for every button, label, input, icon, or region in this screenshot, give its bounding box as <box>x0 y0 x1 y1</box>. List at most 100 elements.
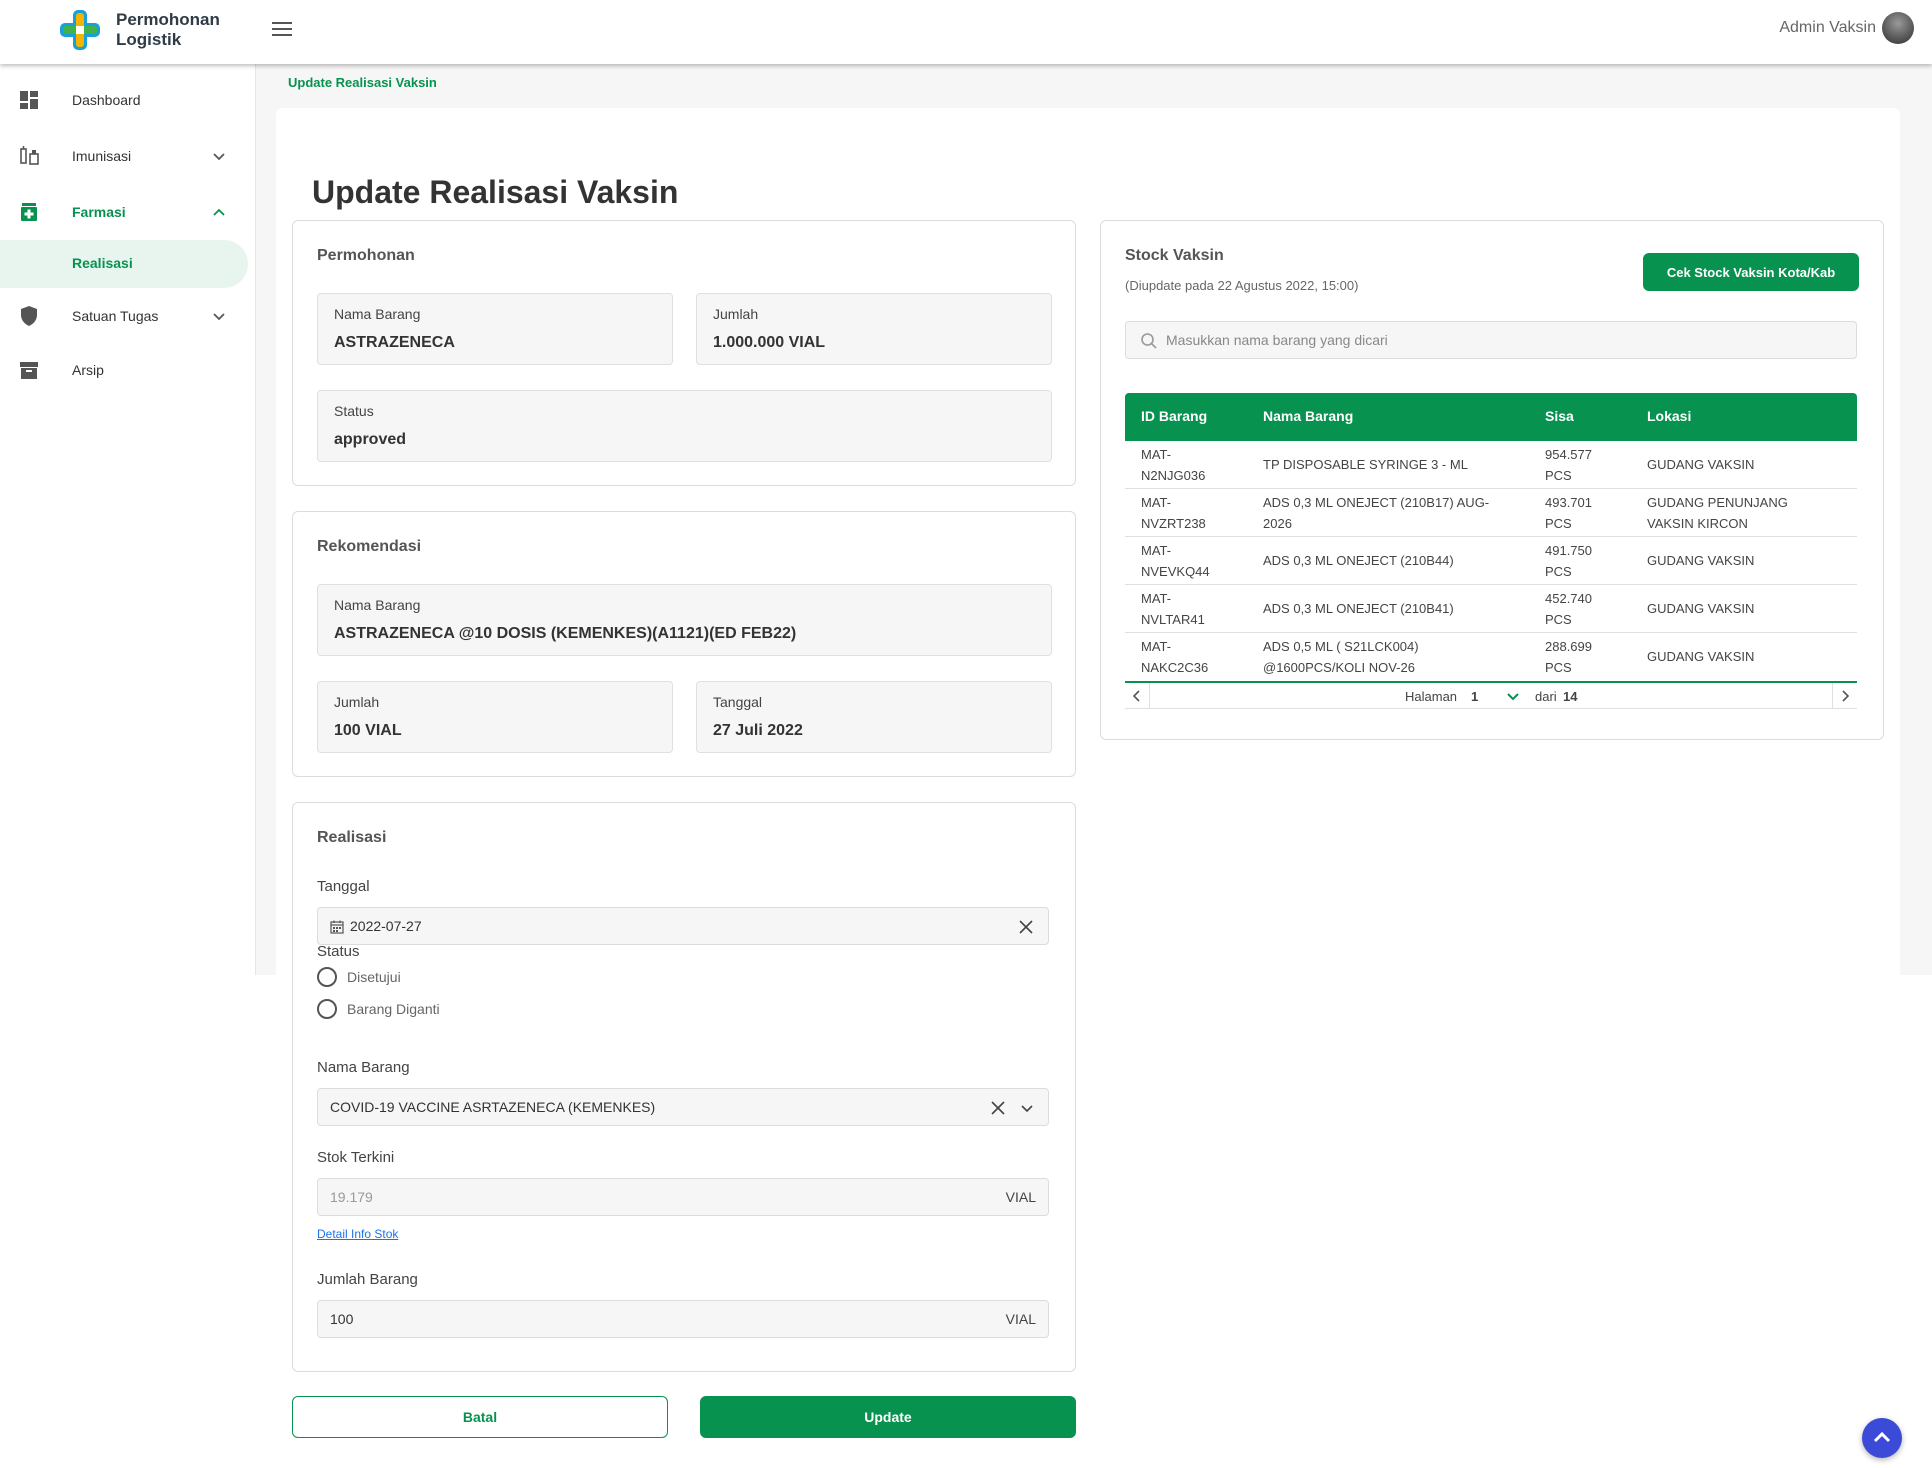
menu-toggle-icon[interactable] <box>272 22 292 38</box>
cell-line: PCS <box>1545 660 1572 675</box>
chevron-up-icon <box>1873 1431 1891 1443</box>
rekomendasi-jumlah: Jumlah 100 VIAL <box>317 681 673 753</box>
permohonan-jumlah: Jumlah 1.000.000 VIAL <box>696 293 1052 365</box>
page-number-select[interactable]: 1 <box>1471 689 1478 704</box>
cell-id: MAT- NAKC2C36 <box>1141 636 1208 678</box>
search-icon <box>1141 333 1157 349</box>
stok-terkini-input: 19.179 VIAL <box>317 1178 1049 1216</box>
avatar <box>1882 12 1914 44</box>
cell-lokasi: GUDANG VAKSIN <box>1647 646 1754 667</box>
cell-id: MAT- N2NJG036 <box>1141 444 1205 486</box>
cell-id: MAT- NVLTAR41 <box>1141 588 1205 630</box>
sidebar-item-arsip[interactable]: Arsip <box>0 346 248 394</box>
update-button[interactable]: Update <box>700 1396 1076 1438</box>
search-placeholder: Masukkan nama barang yang dicari <box>1166 332 1388 348</box>
cell-line: MAT- <box>1141 495 1172 510</box>
cell-line: MAT- <box>1141 639 1172 654</box>
batal-button[interactable]: Batal <box>292 1396 668 1438</box>
stok-unit: VIAL <box>1005 1189 1036 1205</box>
rekomendasi-nama-barang: Nama Barang ASTRAZENECA @10 DOSIS (KEMEN… <box>317 584 1052 656</box>
cell-line: NVLTAR41 <box>1141 612 1205 627</box>
clear-icon[interactable] <box>990 1100 1006 1116</box>
cell-line: N2NJG036 <box>1141 468 1206 483</box>
brand-line-1: Permohonan <box>116 10 220 29</box>
cell-line: TP DISPOSABLE SYRINGE 3 - ML <box>1263 457 1468 472</box>
close-icon[interactable] <box>1018 919 1034 935</box>
tanggal-label: Tanggal <box>317 878 370 895</box>
cell-lokasi: GUDANG VAKSIN <box>1647 454 1754 475</box>
realisasi-title: Realisasi <box>317 829 387 846</box>
chevron-down-icon[interactable] <box>1507 691 1519 703</box>
cell-nama: ADS 0,5 ML ( S21LCK004) @1600PCS/KOLI NOV… <box>1263 636 1419 678</box>
user-name: Admin Vaksin <box>1779 19 1876 36</box>
tanggal-date-input[interactable]: 2022-07-27 <box>317 907 1049 945</box>
calendar-icon <box>330 920 344 934</box>
cell-id: MAT- NVEVKQ44 <box>1141 540 1210 582</box>
radio-disetujui[interactable]: Disetujui <box>317 967 401 987</box>
cell-line: MAT- <box>1141 591 1172 606</box>
stock-search-input[interactable]: Masukkan nama barang yang dicari <box>1125 321 1857 359</box>
sidebar-item-realisasi[interactable]: Realisasi <box>0 240 248 288</box>
table-row: MAT- NVLTAR41 ADS 0,3 ML ONEJECT (210B41)… <box>1125 585 1857 633</box>
sidebar-item-label: Satuan Tugas <box>72 308 159 324</box>
radio-circle <box>317 967 337 987</box>
cell-line: NVZRT238 <box>1141 516 1206 531</box>
sidebar-item-label: Arsip <box>72 362 104 378</box>
stock-vaksin-panel: Stock Vaksin (Diupdate pada 22 Agustus 2… <box>1100 220 1884 740</box>
cek-stock-button[interactable]: Cek Stock Vaksin Kota/Kab <box>1643 253 1859 291</box>
table-row: MAT- NVEVKQ44 ADS 0,3 ML ONEJECT (210B44)… <box>1125 537 1857 585</box>
user-menu[interactable]: Admin Vaksin <box>1779 12 1914 44</box>
sidebar-item-label: Dashboard <box>72 92 141 108</box>
cell-line: PCS <box>1545 516 1572 531</box>
chevron-down-icon[interactable] <box>1020 1101 1034 1115</box>
cell-nama: ADS 0,3 ML ONEJECT (210B44) <box>1263 550 1454 571</box>
table-header: ID Barang Nama Barang Sisa Lokasi <box>1125 393 1857 441</box>
cell-line: PCS <box>1545 612 1572 627</box>
field-value: 27 Juli 2022 <box>713 722 803 739</box>
jumlah-value: 100 <box>330 1311 354 1327</box>
chevron-left-icon[interactable] <box>1131 690 1143 702</box>
cell-line: 2026 <box>1263 516 1292 531</box>
cell-sisa: 452.740 PCS <box>1545 588 1592 630</box>
detail-info-stok-link[interactable]: Detail Info Stok <box>317 1227 398 1241</box>
sidebar-item-satuan-tugas[interactable]: Satuan Tugas <box>0 292 248 340</box>
sidebar-item-dashboard[interactable]: Dashboard <box>0 76 248 124</box>
permohonan-panel: Permohonan Nama Barang ASTRAZENECA Jumla… <box>292 220 1076 486</box>
cell-nama: TP DISPOSABLE SYRINGE 3 - ML <box>1263 454 1468 475</box>
cell-line: NVEVKQ44 <box>1141 564 1210 579</box>
stock-table: ID Barang Nama Barang Sisa Lokasi MAT- N2… <box>1125 393 1857 709</box>
nama-barang-select[interactable]: COVID-19 VACCINE ASRTAZENECA (KEMENKES) <box>317 1088 1049 1126</box>
breadcrumb[interactable]: Update Realisasi Vaksin <box>288 75 437 90</box>
nama-barang-label: Nama Barang <box>317 1059 410 1076</box>
column-header: Lokasi <box>1647 408 1692 424</box>
cell-line: NAKC2C36 <box>1141 660 1209 675</box>
cell-nama: ADS 0,3 ML ONEJECT (210B17) AUG- 2026 <box>1263 492 1489 534</box>
field-label: Nama Barang <box>334 597 421 613</box>
dashboard-icon <box>20 91 38 109</box>
chevron-down-icon <box>213 313 225 321</box>
app-brand: Permohonan Logistik <box>116 10 220 50</box>
cell-line: PCS <box>1545 564 1572 579</box>
cell-line: 288.699 <box>1545 639 1592 654</box>
rekomendasi-tanggal: Tanggal 27 Juli 2022 <box>696 681 1052 753</box>
jumlah-barang-input[interactable]: 100 VIAL <box>317 1300 1049 1338</box>
field-label: Nama Barang <box>334 306 421 322</box>
permohonan-nama-barang: Nama Barang ASTRAZENECA <box>317 293 673 365</box>
scroll-to-top-button[interactable] <box>1862 1418 1902 1458</box>
sidebar-item-imunisasi[interactable]: Imunisasi <box>0 132 248 180</box>
field-value: ASTRAZENECA <box>334 334 455 351</box>
radio-barang-diganti[interactable]: Barang Diganti <box>317 999 440 1019</box>
cell-line: MAT- <box>1141 447 1172 462</box>
sidebar-item-label: Realisasi <box>72 255 133 271</box>
nama-barang-value: COVID-19 VACCINE ASRTAZENECA (KEMENKES) <box>330 1099 656 1115</box>
realisasi-panel: Realisasi Tanggal 2022-07-27 Status Dise… <box>292 802 1076 1372</box>
sidebar-item-farmasi[interactable]: Farmasi <box>0 188 248 236</box>
cell-line: GUDANG VAKSIN <box>1647 601 1755 616</box>
chevron-right-icon[interactable] <box>1839 690 1851 702</box>
top-header: Permohonan Logistik Admin Vaksin <box>0 0 1932 64</box>
main-content: Update Realisasi Vaksin Update Realisasi… <box>256 64 1932 1468</box>
total-pages: 14 <box>1563 689 1578 704</box>
rekomendasi-title: Rekomendasi <box>317 538 422 555</box>
cell-lokasi: GUDANG VAKSIN <box>1647 598 1754 619</box>
cell-line: 493.701 <box>1545 495 1592 510</box>
